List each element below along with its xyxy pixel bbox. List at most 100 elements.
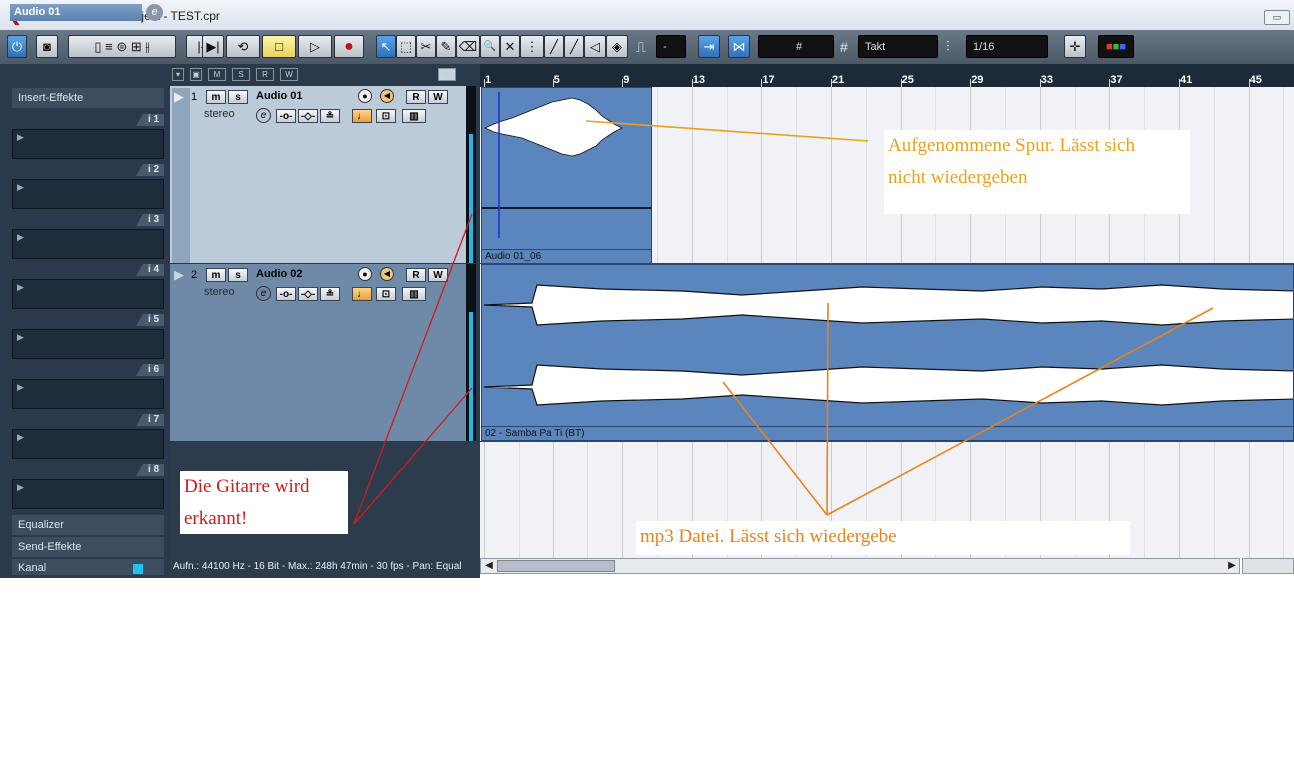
edit-channel-icon[interactable]: e [146,4,163,21]
horizontal-zoom-control[interactable] [1242,558,1294,574]
read-automation-button[interactable]: R [406,90,426,104]
global-write-icon[interactable]: W [280,68,298,81]
send-effects-header[interactable]: Send-Effekte [12,537,164,557]
track-name[interactable]: Audio 02 [256,268,302,280]
lanes-icon[interactable]: ▥ [402,287,426,301]
glue-tool-icon[interactable]: ✎ [436,35,456,58]
global-read-icon[interactable]: R [256,68,274,81]
scissors-tool-icon[interactable]: ✂ [416,35,436,58]
slot-expand-icon[interactable]: ▶ [17,432,24,443]
draw-tool-icon[interactable]: ╱ [544,35,564,58]
insert-slot-6[interactable]: ▶ [12,379,164,409]
cycle-button[interactable]: ⟲ [226,35,260,58]
power-icon[interactable]: ⏻ [7,35,27,58]
scroll-right-icon[interactable]: ▶ [1225,559,1239,573]
record-button[interactable]: ● [334,35,364,58]
record-enable-icon[interactable]: ● [358,267,372,281]
object-select-tool-icon[interactable]: ↖ [376,35,396,58]
go-to-end-button[interactable]: ▶| [202,35,224,58]
insert-slot-2[interactable]: ▶ [12,179,164,209]
slot-expand-icon[interactable]: ▶ [17,132,24,143]
eq-bypass-icon[interactable]: -◇- [298,287,318,301]
restore-window-button[interactable]: ▭ [1264,10,1290,25]
mute-button[interactable]: m [206,90,226,104]
audio-event[interactable]: 02 - Samba Pa Ti (BT) [481,264,1294,441]
insert-slot-5[interactable]: ▶ [12,329,164,359]
musical-time-icon[interactable]: ♩ [352,109,372,123]
slot-expand-icon[interactable]: ▶ [17,282,24,293]
insert-slot-4[interactable]: ▶ [12,279,164,309]
track-row[interactable]: ▶ 2 m s Audio 02 ● ◀ R W stereo e -o- -◇… [170,264,476,441]
play-tool-icon[interactable]: ◁ [584,35,606,58]
musical-time-icon[interactable]: ♩ [352,287,372,301]
global-solo-icon[interactable]: S [232,68,250,81]
solo-button[interactable]: s [228,90,248,104]
nudge-select[interactable]: - [656,35,686,58]
record-enable-icon[interactable]: ● [358,89,372,103]
equalizer-header[interactable]: Equalizer [12,515,164,535]
crosshair-cursor-icon[interactable]: ✛ [1064,35,1086,58]
line-tool-icon[interactable]: ╱ [564,35,584,58]
edit-channel-icon[interactable]: e [256,108,271,123]
snap-zero-crossing-icon[interactable]: ⋈ [728,35,750,58]
monitor-icon[interactable]: ◀ [380,267,394,281]
slot-expand-icon[interactable]: ▶ [17,232,24,243]
insert-bypass-icon[interactable]: -o- [276,109,296,123]
play-button[interactable]: ▷ [298,35,332,58]
range-select-tool-icon[interactable]: ⬚ [396,35,416,58]
show-infoline-icon[interactable]: ≡ [105,39,113,54]
insert-slot-1[interactable]: ▶ [12,129,164,159]
slot-expand-icon[interactable]: ▶ [17,332,24,343]
expand-track-icon[interactable]: ▶ [174,89,184,105]
send-bypass-icon[interactable]: ≗ [320,287,340,301]
track-name[interactable]: Audio 01 [256,90,302,102]
color-tool-icon[interactable]: ◈ [606,35,628,58]
timeline-ruler[interactable]: 1 5 9 13 17 21 25 29 33 37 41 45 [480,64,1294,87]
show-pool-icon[interactable]: ⊞ [131,39,142,54]
expand-all-icon[interactable]: ▾ [172,68,184,81]
show-mixer-icon[interactable]: ⫲ [145,39,149,54]
track-row[interactable]: ▶ 1 m s Audio 01 ● ◀ R W stereo e -o- -◇… [170,86,476,263]
slot-expand-icon[interactable]: ▶ [17,182,24,193]
grid-type-select[interactable]: Takt [858,35,938,58]
mute-tool-icon[interactable]: ✕ [500,35,520,58]
solo-button[interactable]: s [228,268,248,282]
insert-bypass-icon[interactable]: -o- [276,287,296,301]
inspector-track-name[interactable]: Audio 01 [10,4,142,21]
insert-slot-3[interactable]: ▶ [12,229,164,259]
edit-channel-icon[interactable]: e [256,286,271,301]
slot-expand-icon[interactable]: ▶ [17,382,24,393]
insert-slot-8[interactable]: ▶ [12,479,164,509]
snap-mode-select[interactable]: # [758,35,834,58]
scroll-left-icon[interactable]: ◀ [482,559,496,573]
audio-event[interactable]: Audio 01_06 [481,87,652,264]
show-overview-icon[interactable]: ⊜ [116,39,127,54]
quantize-value-select[interactable]: 1/16 [966,35,1048,58]
monitor-icon[interactable]: ◀ [380,89,394,103]
stop-button[interactable]: □ [262,35,296,58]
auto-scroll-icon[interactable]: ⎍ [636,39,646,56]
zoom-tool-icon[interactable]: 🔍 [480,35,500,58]
track-options-icon[interactable]: ▣ [190,68,202,81]
insert-slot-7[interactable]: ▶ [12,429,164,459]
global-mute-icon[interactable]: M [208,68,226,81]
show-inspector-icon[interactable]: ▯ [94,39,101,54]
lock-icon[interactable]: ⊡ [376,109,396,123]
time-warp-tool-icon[interactable]: ⋮ [520,35,544,58]
read-automation-button[interactable]: R [406,268,426,282]
lanes-icon[interactable]: ▥ [402,109,426,123]
write-automation-button[interactable]: W [428,268,448,282]
snap-on-icon[interactable]: ⇥ [698,35,720,58]
send-bypass-icon[interactable]: ≗ [320,109,340,123]
slot-expand-icon[interactable]: ▶ [17,482,24,493]
color-palette-icon[interactable]: ■■■ [1098,35,1134,58]
write-automation-button[interactable]: W [428,90,448,104]
lock-icon[interactable]: ⊡ [376,287,396,301]
mute-button[interactable]: m [206,268,226,282]
expand-track-icon[interactable]: ▶ [174,267,184,283]
erase-tool-icon[interactable]: ⌫ [456,35,480,58]
constrain-delay-icon[interactable]: ◙ [36,35,58,58]
eq-bypass-icon[interactable]: -◇- [298,109,318,123]
insert-effects-header[interactable]: Insert-Effekte [12,88,164,108]
track-controls-settings-icon[interactable]: ▥ [438,68,456,81]
